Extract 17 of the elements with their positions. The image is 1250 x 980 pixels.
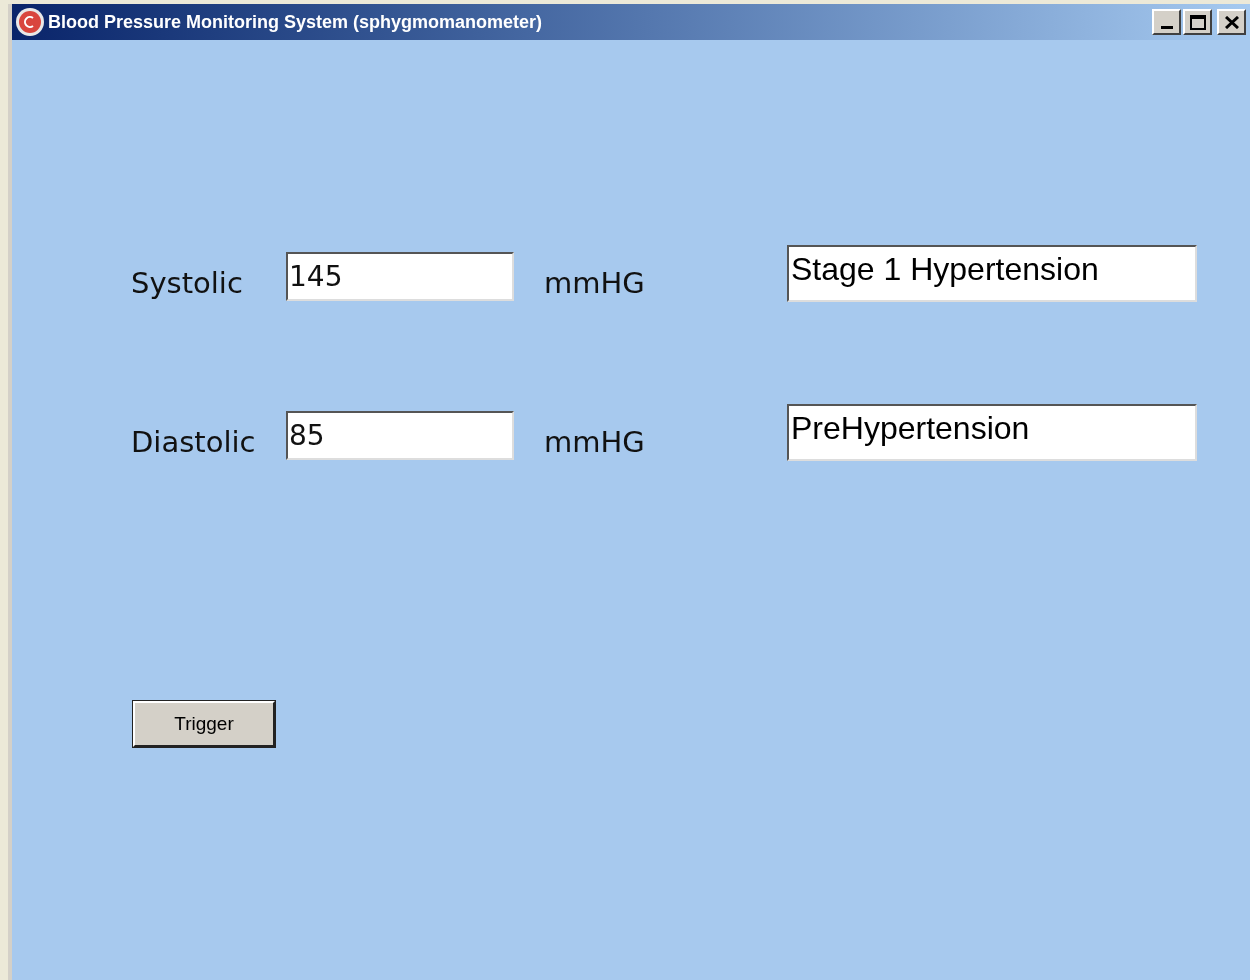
field-label: Diastolic <box>131 428 257 460</box>
maximize-icon <box>1189 14 1206 30</box>
category-field: Stage 1 Hypertension <box>787 245 1197 302</box>
unit-label: mmHG <box>544 269 646 301</box>
close-button[interactable] <box>1217 9 1246 35</box>
unit-label: mmHG <box>544 428 646 460</box>
window-title: Blood Pressure Monitoring System (sphygmomanometer) <box>48 10 543 34</box>
input-field[interactable]: 145 <box>286 252 514 301</box>
category-field: PreHypertension <box>787 404 1197 461</box>
close-icon <box>1224 15 1239 29</box>
field-label: Systolic <box>131 269 244 301</box>
minimize-button[interactable] <box>1152 9 1181 35</box>
minimize-icon <box>1160 26 1173 29</box>
trigger-button[interactable]: Trigger <box>133 701 275 747</box>
app-icon <box>15 7 45 37</box>
input-field[interactable]: 85 <box>286 411 514 460</box>
maximize-button[interactable] <box>1183 9 1212 35</box>
